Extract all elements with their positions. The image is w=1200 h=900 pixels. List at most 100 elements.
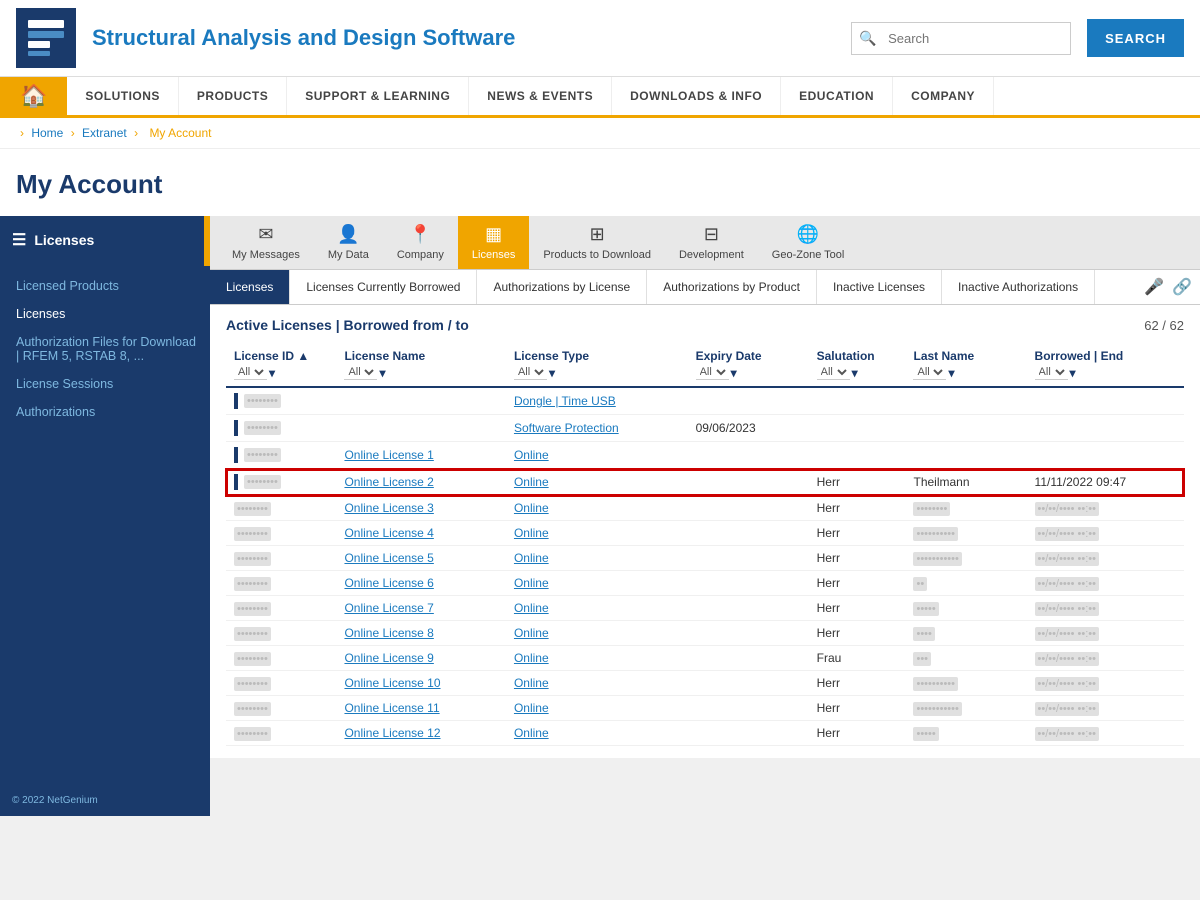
license-name-link[interactable]: Online License 12 <box>344 726 440 740</box>
tab-icon-company[interactable]: 📍 Company <box>383 216 458 269</box>
table-row[interactable]: ••••••••Online License 8OnlineHerr••••••… <box>226 621 1184 646</box>
mic-icon[interactable]: 🎤 <box>1144 277 1164 297</box>
filter-lastname[interactable]: All <box>913 365 946 380</box>
search-button[interactable]: SEARCH <box>1087 19 1184 57</box>
cell-borrowed-end: ••/••/•••• ••:•• <box>1027 671 1184 696</box>
filter-borrowed[interactable]: All <box>1035 365 1068 380</box>
tab-icon-licenses-label: Licenses <box>472 249 515 261</box>
nav-education[interactable]: EDUCATION <box>781 77 893 115</box>
table-row[interactable]: ••••••••Online License 12OnlineHerr•••••… <box>226 721 1184 746</box>
license-name-link[interactable]: Online License 7 <box>344 601 433 615</box>
table-row[interactable]: ••••••••Online License 9OnlineFrau•••••/… <box>226 646 1184 671</box>
filter-name[interactable]: All <box>344 365 377 380</box>
col-header-type: License Type All ▾ <box>506 343 688 387</box>
breadcrumb-home[interactable]: Home <box>31 126 63 140</box>
license-type-link[interactable]: Online <box>514 651 549 665</box>
license-name-link[interactable]: Online License 11 <box>344 701 439 715</box>
cell-borrowed-end: ••/••/•••• ••:•• <box>1027 546 1184 571</box>
table-row[interactable]: ••••••••Online License 6OnlineHerr••••/•… <box>226 571 1184 596</box>
cell-borrowed-end: ••/••/•••• ••:•• <box>1027 596 1184 621</box>
sidebar-license-sessions[interactable]: License Sessions <box>0 370 210 398</box>
license-type-link[interactable]: Online <box>514 448 549 462</box>
tab-licenses[interactable]: Licenses <box>210 270 290 304</box>
table-row[interactable]: ••••••••Online License 3OnlineHerr••••••… <box>226 496 1184 521</box>
table-row[interactable]: ••••••••Online License 1Online <box>226 442 1184 469</box>
tab-icon-mydata[interactable]: 👤 My Data <box>314 216 383 269</box>
tab-icon-development[interactable]: ⊟ Development <box>665 216 758 269</box>
license-name-link[interactable]: Online License 8 <box>344 626 433 640</box>
filter-expiry[interactable]: All <box>696 365 729 380</box>
license-type-link[interactable]: Dongle | Time USB <box>514 394 616 408</box>
table-row[interactable]: ••••••••Online License 11OnlineHerr•••••… <box>226 696 1184 721</box>
license-type-link[interactable]: Online <box>514 726 549 740</box>
tab-inactive-licenses[interactable]: Inactive Licenses <box>817 270 942 304</box>
license-name-link[interactable]: Online License 4 <box>344 526 433 540</box>
tab-auth-by-product[interactable]: Authorizations by Product <box>647 270 817 304</box>
tab-licenses-borrowed[interactable]: Licenses Currently Borrowed <box>290 270 477 304</box>
nav-solutions[interactable]: SOLUTIONS <box>67 77 179 115</box>
license-type-link[interactable]: Software Protection <box>514 421 619 435</box>
search-input[interactable] <box>851 22 1071 55</box>
breadcrumb-extranet[interactable]: Extranet <box>82 126 127 140</box>
sidebar-licenses[interactable]: Licenses <box>0 300 210 328</box>
cell-salutation: Herr <box>809 621 906 646</box>
tab-icon-messages[interactable]: ✉ My Messages <box>218 216 314 269</box>
license-type-link[interactable]: Online <box>514 601 549 615</box>
id-bar-indicator <box>234 420 238 436</box>
cell-license-type: Online <box>506 696 688 721</box>
table-row[interactable]: ••••••••Online License 7OnlineHerr••••••… <box>226 596 1184 621</box>
sidebar-auth-files[interactable]: Authorization Files for Download | RFEM … <box>0 328 210 370</box>
license-name-link[interactable]: Online License 5 <box>344 551 433 565</box>
cell-license-type: Online <box>506 521 688 546</box>
filter-salutation[interactable]: All <box>817 365 850 380</box>
license-type-link[interactable]: Online <box>514 676 549 690</box>
filter-type[interactable]: All <box>514 365 547 380</box>
table-row[interactable]: ••••••••Online License 4OnlineHerr••••••… <box>226 521 1184 546</box>
license-type-link[interactable]: Online <box>514 576 549 590</box>
sidebar-authorizations[interactable]: Authorizations <box>0 398 210 426</box>
tab-icon-products[interactable]: ⊞ Products to Download <box>529 216 665 269</box>
table-row[interactable]: ••••••••Software Protection09/06/2023 <box>226 415 1184 442</box>
tab-icon-messages-label: My Messages <box>232 249 300 261</box>
license-type-link[interactable]: Online <box>514 475 549 489</box>
site-title: Structural Analysis and Design Software <box>92 25 835 51</box>
filter-id[interactable]: All <box>234 365 267 380</box>
license-name-link[interactable]: Online License 10 <box>344 676 440 690</box>
license-type-link[interactable]: Online <box>514 526 549 540</box>
license-type-link[interactable]: Online <box>514 701 549 715</box>
sidebar: ☰ Licenses Licensed Products Licenses Au… <box>0 216 210 816</box>
license-id-value: •••••••• <box>234 552 271 566</box>
license-name-link[interactable]: Online License 3 <box>344 501 433 515</box>
cell-license-id: •••••••• <box>226 646 336 671</box>
nav-downloads[interactable]: DOWNLOADS & INFO <box>612 77 781 115</box>
nav-company[interactable]: COMPANY <box>893 77 994 115</box>
license-name-link[interactable]: Online License 9 <box>344 651 433 665</box>
table-count: 62 / 62 <box>1144 318 1184 333</box>
table-row[interactable]: ••••••••Online License 2OnlineHerrTheilm… <box>226 469 1184 496</box>
tab-inactive-auth[interactable]: Inactive Authorizations <box>942 270 1095 304</box>
license-name-link[interactable]: Online License 6 <box>344 576 433 590</box>
license-name-link[interactable]: Online License 1 <box>344 448 433 462</box>
geozone-icon: 🌐 <box>797 224 819 245</box>
nav-news[interactable]: NEWS & EVENTS <box>469 77 612 115</box>
license-type-link[interactable]: Online <box>514 626 549 640</box>
link-icon[interactable]: 🔗 <box>1172 277 1192 297</box>
cell-expiry-date <box>688 671 809 696</box>
right-panel: ✉ My Messages 👤 My Data 📍 Company ▦ Lice… <box>210 216 1200 816</box>
nav-products[interactable]: PRODUCTS <box>179 77 287 115</box>
table-title: Active Licenses | Borrowed from / to <box>226 317 469 333</box>
tab-icon-licenses[interactable]: ▦ Licenses <box>458 216 529 269</box>
sidebar-licensed-products[interactable]: Licensed Products <box>0 272 210 300</box>
home-icon: 🏠 <box>20 83 47 109</box>
cell-lastname <box>905 415 1026 442</box>
tab-icon-geozone[interactable]: 🌐 Geo-Zone Tool <box>758 216 859 269</box>
table-row[interactable]: ••••••••Online License 5OnlineHerr••••••… <box>226 546 1184 571</box>
nav-support[interactable]: SUPPORT & LEARNING <box>287 77 469 115</box>
license-type-link[interactable]: Online <box>514 551 549 565</box>
table-row[interactable]: ••••••••Dongle | Time USB <box>226 387 1184 415</box>
nav-home[interactable]: 🏠 <box>0 77 67 115</box>
license-type-link[interactable]: Online <box>514 501 549 515</box>
tab-auth-by-license[interactable]: Authorizations by License <box>477 270 647 304</box>
table-row[interactable]: ••••••••Online License 10OnlineHerr•••••… <box>226 671 1184 696</box>
license-name-link[interactable]: Online License 2 <box>344 475 433 489</box>
